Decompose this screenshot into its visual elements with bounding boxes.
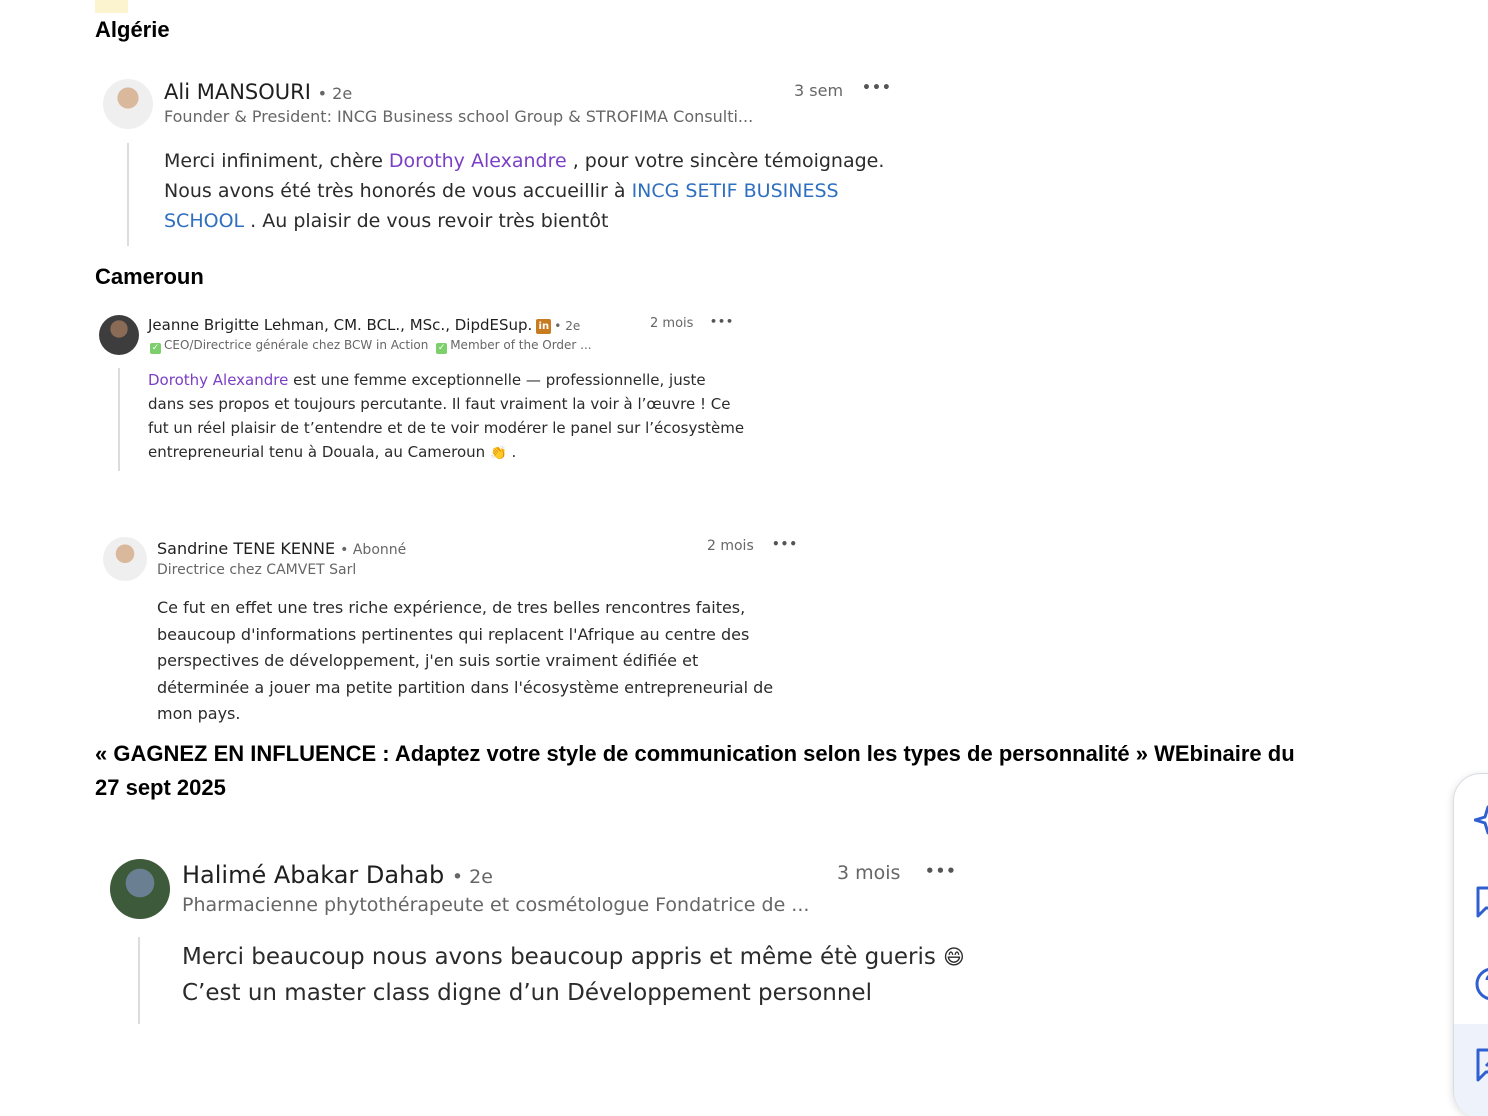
more-options-icon[interactable]: ••• [925,862,957,880]
commenter-name[interactable]: Jeanne Brigitte Lehman, CM. BCL., MSc., … [148,316,580,334]
help-icon[interactable] [1474,966,1488,1002]
avatar[interactable] [103,537,147,581]
section-heading-cameroun: Cameroun [95,264,204,289]
thread-line [118,368,120,471]
avatar[interactable] [103,79,153,129]
connection-degree: • 2e [554,319,581,333]
more-options-icon[interactable]: ••• [772,537,798,551]
comment-body: Dorothy Alexandre est une femme exceptio… [148,368,768,465]
commenter-name[interactable]: Halimé Abakar Dahab • 2e [182,861,493,889]
more-options-icon[interactable]: ••• [862,80,892,96]
commenter-headline: ✓ CEO/Directrice générale chez BCW in Act… [150,338,592,354]
company-link-cont[interactable]: SCHOOL [164,210,244,232]
avatar[interactable] [110,859,170,919]
commenter-headline: Pharmacienne phytothérapeute et cosmétol… [182,894,810,916]
comment-time: 2 mois [707,538,754,554]
mention-link[interactable]: Dorothy Alexandre [389,150,567,172]
commenter-name-text[interactable]: Halimé Abakar Dahab [182,861,444,889]
linkedin-badge-icon: in [536,319,552,334]
thread-line [127,143,129,246]
clap-emoji-icon: 👏 [489,445,507,461]
connection-degree: • 2e [317,84,353,103]
section-heading-algerie: Algérie [95,17,170,42]
commenter-headline: Founder & President: INCG Business schoo… [164,107,754,126]
comment-time: 3 mois [837,862,901,884]
commenter-name[interactable]: Ali MANSOURI • 2e [164,80,352,104]
company-link[interactable]: INCG SETIF BUSINESS [632,180,839,202]
connection-degree: • Abonné [340,542,407,558]
more-options-icon[interactable]: ••• [710,315,734,328]
commenter-name[interactable]: Sandrine TENE KENNE • Abonné [157,539,406,558]
connection-degree: • 2e [451,866,493,888]
commenter-headline: Directrice chez CAMVET Sarl [157,562,357,578]
commenter-name-text[interactable]: Jeanne Brigitte Lehman, CM. BCL., MSc., … [148,316,532,334]
comment-body: Merci infiniment, chère Dorothy Alexandr… [164,150,885,232]
chat-icon[interactable] [1474,884,1488,920]
section-heading-webinar: « GAGNEZ EN INFLUENCE : Adaptez votre st… [95,741,1295,800]
side-toolbar [1453,773,1488,1116]
comment-body: Ce fut en effet une tres riche expérienc… [157,598,774,723]
comment-body: Merci beaucoup nous avons beaucoup appri… [182,939,982,1011]
commenter-name-text[interactable]: Sandrine TENE KENNE [157,539,335,558]
laughing-emoji-icon: 😄 [943,945,965,969]
check-icon: ✓ [436,343,448,354]
mention-link[interactable]: Dorothy Alexandre [148,371,288,389]
commenter-name-text[interactable]: Ali MANSOURI [164,80,311,104]
edit-message-icon[interactable] [1474,1046,1488,1082]
highlight-marker [95,0,128,13]
comment-time: 3 sem [794,81,844,100]
thread-line [138,937,140,1024]
avatar[interactable] [99,315,139,355]
check-icon: ✓ [150,343,161,354]
comment-time: 2 mois [650,316,694,331]
sparkle-icon[interactable] [1474,804,1488,840]
